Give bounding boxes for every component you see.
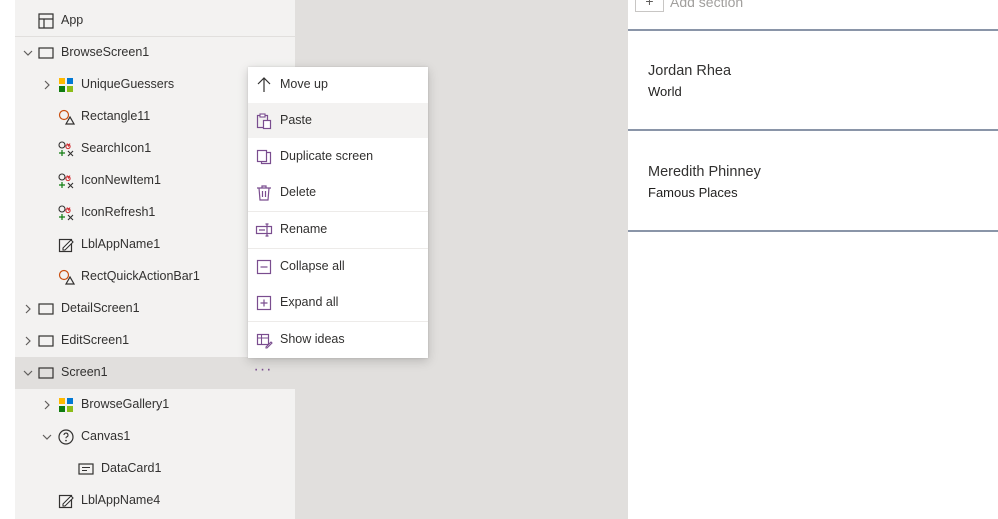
tree-node-lblappname4[interactable]: LblAppName4 — [15, 485, 295, 517]
datacard-icon — [77, 460, 95, 478]
menu-item-label: Delete — [280, 185, 317, 199]
icons-control-icon — [57, 204, 75, 222]
tree-node-label: Rectangle11 — [81, 109, 151, 123]
card-subtitle: World — [648, 84, 682, 99]
tree-node-label: DetailScreen1 — [61, 301, 140, 315]
menu-item-show-ideas[interactable]: Show ideas — [248, 322, 428, 357]
duplicate-icon — [255, 148, 273, 166]
tree-node-label: LblAppName1 — [81, 237, 161, 251]
menu-item-delete[interactable]: Delete — [248, 175, 428, 210]
card-title: Jordan Rhea — [648, 63, 732, 79]
tree-node-app[interactable]: App — [15, 5, 295, 37]
expand-icon — [255, 294, 273, 312]
menu-item-move-up[interactable]: Move up — [248, 67, 428, 102]
menu-item-collapse-all[interactable]: Collapse all — [248, 249, 428, 284]
chevron-right-icon[interactable] — [41, 399, 53, 411]
ellipsis-icon: ··· — [253, 360, 273, 378]
chevron-down-icon[interactable] — [22, 367, 34, 379]
tree-node-label: App — [61, 13, 84, 27]
left-edge-strip — [0, 0, 15, 519]
preview-divider — [628, 230, 998, 232]
add-section-button[interactable]: + — [635, 0, 664, 12]
app-icon — [37, 12, 55, 30]
menu-item-paste[interactable]: Paste — [248, 103, 428, 138]
arrow-up-icon — [255, 76, 273, 94]
collapse-icon — [255, 258, 273, 276]
tree-node-label: IconNewItem1 — [81, 173, 161, 187]
canvas-icon — [57, 428, 75, 446]
tree-node-canvas1[interactable]: Canvas1 — [15, 421, 295, 453]
menu-item-expand-all[interactable]: Expand all — [248, 285, 428, 320]
chevron-right-icon[interactable] — [22, 303, 34, 315]
tree-node-label: BrowseScreen1 — [61, 45, 150, 59]
context-menu: Move up Paste Duplicate screen Delete Re… — [248, 67, 428, 358]
more-options-button[interactable]: ··· — [248, 357, 278, 389]
tree-node-label: RectQuickActionBar1 — [81, 269, 200, 283]
chevron-down-icon[interactable] — [41, 431, 53, 443]
menu-item-duplicate-screen[interactable]: Duplicate screen — [248, 139, 428, 174]
gallery-icon — [57, 76, 75, 94]
tree-node-label: DataCard1 — [101, 461, 162, 475]
menu-item-label: Expand all — [280, 295, 339, 309]
add-section-label: Add section — [670, 0, 744, 10]
menu-item-label: Show ideas — [280, 332, 345, 346]
paste-icon — [255, 112, 273, 130]
menu-item-label: Paste — [280, 113, 312, 127]
tree-node-label: UniqueGuessers — [81, 77, 175, 91]
card-subtitle: Famous Places — [648, 185, 738, 200]
tree-node-label: IconRefresh1 — [81, 205, 156, 219]
tree-node-label: EditScreen1 — [61, 333, 130, 347]
menu-item-rename[interactable]: Rename — [248, 212, 428, 247]
shape-icon — [57, 268, 75, 286]
tree-node-label: BrowseGallery1 — [81, 397, 170, 411]
preview-divider — [628, 29, 998, 31]
chevron-right-icon[interactable] — [41, 79, 53, 91]
icons-control-icon — [57, 172, 75, 190]
label-icon — [57, 492, 75, 510]
shape-icon — [57, 108, 75, 126]
trash-icon — [255, 184, 273, 202]
icons-control-icon — [57, 140, 75, 158]
screen-icon — [37, 332, 55, 350]
menu-item-label: Rename — [280, 222, 328, 236]
tree-node-label: SearchIcon1 — [81, 141, 152, 155]
chevron-right-icon[interactable] — [22, 335, 34, 347]
card-title: Meredith Phinney — [648, 164, 761, 180]
rename-icon — [255, 221, 273, 239]
gallery-icon — [57, 396, 75, 414]
tree-node-label: Canvas1 — [81, 429, 131, 443]
menu-item-label: Duplicate screen — [280, 149, 374, 163]
chevron-down-icon[interactable] — [22, 47, 34, 59]
screen-icon — [37, 44, 55, 62]
tree-node-label: LblAppName4 — [81, 493, 161, 507]
ideas-icon — [255, 331, 273, 349]
screen-icon — [37, 364, 55, 382]
preview-divider — [628, 129, 998, 131]
tree-node-datacard1[interactable]: DataCard1 — [15, 453, 295, 485]
tree-node-browsescreen1[interactable]: BrowseScreen1 — [15, 37, 295, 69]
tree-node-label: Screen1 — [61, 365, 108, 379]
tree-node-browsegallery1[interactable]: BrowseGallery1 — [15, 389, 295, 421]
menu-item-label: Move up — [280, 77, 328, 91]
menu-item-label: Collapse all — [280, 259, 345, 273]
label-icon — [57, 236, 75, 254]
screen-icon — [37, 300, 55, 318]
